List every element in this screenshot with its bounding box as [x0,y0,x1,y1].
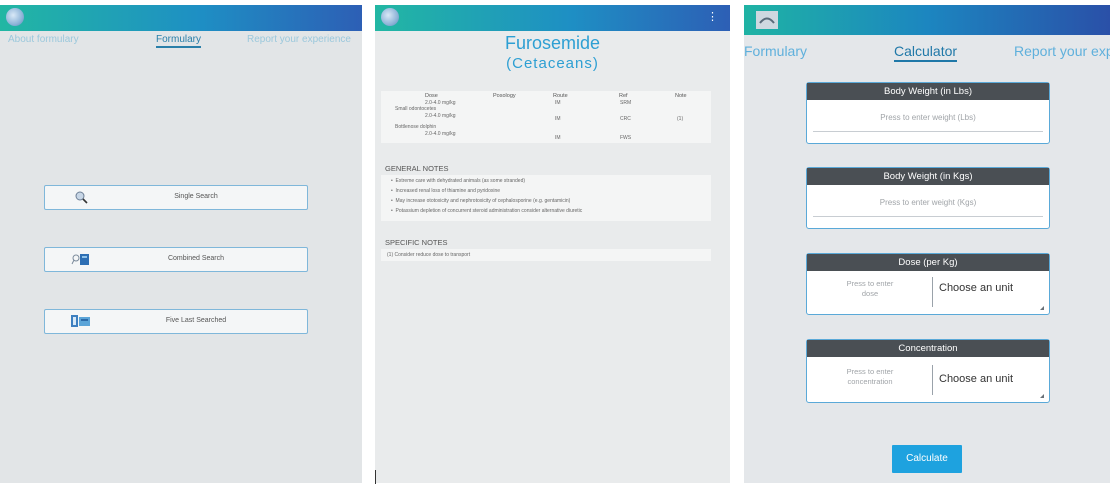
col-header-ref: Ref [619,93,628,99]
separator [375,470,376,484]
tab-calculator[interactable]: Calculator [894,43,958,62]
app-logo-icon[interactable] [381,8,399,26]
col-header-dose: Dose [425,93,438,99]
tab-bar: About formulary Formulary Report your ex… [0,31,362,51]
general-notes-heading: GENERAL NOTES [385,164,449,173]
drug-name-title: Furosemide [504,33,601,53]
input-underline [813,131,1043,132]
formulary-menu-screen: About formulary Formulary Report your ex… [0,5,362,483]
app-bar [0,5,362,31]
general-note-item: • Extreme care with dehydrated animals (… [391,178,526,184]
body-weight-kgs-title: Body Weight (in Kgs) [807,168,1049,185]
col-header-route: Route [553,93,568,99]
body-weight-kgs-card: Body Weight (in Kgs) Press to enter weig… [806,167,1050,229]
species-subtitle: (Cetaceans) [506,55,599,72]
dose-table: Dose Posology Route Ref Note 2.0-4.0 mg/… [381,91,711,143]
general-note-item: • Potassium depletion of concurrent ster… [391,208,583,214]
ref-cell: FWS [620,135,632,141]
note-cell: (1) [677,116,684,122]
col-header-posology: Posology [493,93,516,99]
route-cell: IM [555,116,561,122]
app-logo-icon[interactable] [6,8,24,26]
concentration-unit-select[interactable]: Choose an unit [939,373,1013,385]
calculator-screen: Formulary Calculator Report your expe Bo… [744,5,1110,483]
concentration-card: Concentration Press to enter concentrati… [806,339,1050,403]
single-search-button[interactable]: Single Search [44,185,308,210]
concentration-title: Concentration [807,340,1049,357]
five-last-searched-label: Five Last Searched [165,317,227,324]
combined-search-label: Combined Search [167,255,225,262]
concentration-input[interactable]: Press to enter concentration [811,367,929,387]
ref-cell: CRC [620,116,631,122]
ref-cell: SRM [620,100,632,106]
dose-card: Dose (per Kg) Press to enter dose Choose… [806,253,1050,315]
general-note-item: • Increased renal loss of thiamine and p… [391,188,501,194]
body-weight-lbs-card: Body Weight (in Lbs) Press to enter weig… [806,82,1050,144]
group-label: Bottlenose dolphin [395,124,437,130]
tab-about-formulary[interactable]: About formulary [8,34,79,45]
specific-notes-box: (1) Consider reduce dose to transport [381,249,711,261]
field-divider [932,277,933,307]
body-weight-kgs-input[interactable]: Press to enter weight (Kgs) [807,198,1049,207]
dose-unit-select[interactable]: Choose an unit [939,282,1013,294]
tab-bar: Formulary Calculator Report your expe [744,39,1110,62]
col-header-note: Note [675,93,687,99]
tab-report-experience[interactable]: Report your expe [1014,43,1110,59]
tab-report-experience[interactable]: Report your experience [247,34,351,45]
dropdown-corner-icon [1040,306,1044,310]
single-search-label: Single Search [174,193,218,200]
route-cell: IM [555,135,561,141]
body-weight-lbs-title: Body Weight (in Lbs) [807,83,1049,100]
drug-detail-screen: ⋮ Furosemide (Cetaceans) Dose Posology R… [375,5,730,483]
dose-input[interactable]: Press to enter dose [811,279,929,299]
input-underline [813,216,1043,217]
general-notes-box: • Extreme care with dehydrated animals (… [381,175,711,221]
calculate-button[interactable]: Calculate [892,445,962,473]
app-bar: ⋮ [375,5,730,31]
field-divider [932,365,933,395]
app-bar [744,5,1110,35]
dose-title: Dose (per Kg) [807,254,1049,271]
dose-cell: 2.0-4.0 mg/kg [425,113,456,119]
group-label: Small odontocetes [395,106,437,112]
specific-note-item: (1) Consider reduce dose to transport [387,252,471,258]
tab-formulary[interactable]: Formulary [156,34,202,48]
route-cell: IM [555,100,561,106]
tab-formulary[interactable]: Formulary [744,43,807,59]
dose-cell: 2.0-4.0 mg/kg [425,131,456,137]
specific-notes-heading: SPECIFIC NOTES [385,238,448,247]
body-weight-lbs-input[interactable]: Press to enter weight (Lbs) [807,113,1049,122]
combined-search-button[interactable]: Combined Search [44,247,308,272]
app-logo-icon[interactable] [756,11,778,29]
general-note-item: • May increase ototoxicity and nephrotox… [391,198,571,204]
overflow-menu-icon[interactable]: ⋮ [707,10,718,23]
dropdown-corner-icon [1040,394,1044,398]
five-last-searched-button[interactable]: Five Last Searched [44,309,308,334]
